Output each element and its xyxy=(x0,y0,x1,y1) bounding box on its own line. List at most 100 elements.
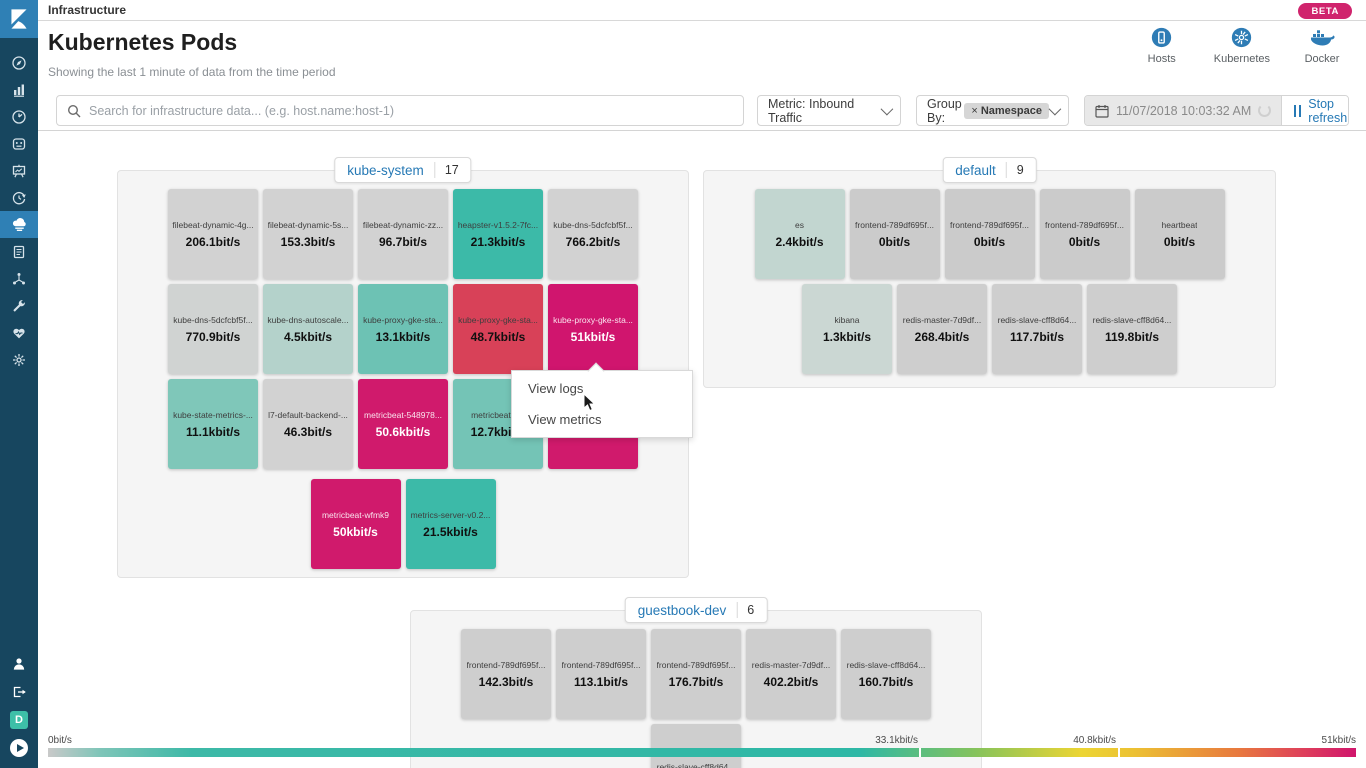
space-badge: D xyxy=(10,711,28,729)
pod-name: kibana xyxy=(834,315,859,325)
sidebar-item-monitoring[interactable] xyxy=(0,319,38,346)
pod-name: kube-dns-autoscale... xyxy=(267,315,348,325)
sidebar-item-canvas[interactable] xyxy=(0,157,38,184)
pod-tile[interactable]: redis-master-7d9df...402.2bit/s xyxy=(746,629,836,719)
pause-icon xyxy=(1294,105,1301,117)
pod-tile[interactable]: l7-default-backend-...46.3bit/s xyxy=(263,379,353,469)
group-count: 9 xyxy=(1017,163,1024,177)
sidebar-item-ml[interactable] xyxy=(0,265,38,292)
mouse-cursor xyxy=(583,393,596,412)
breadcrumb[interactable]: Infrastructure xyxy=(48,3,126,17)
pod-name: redis-slave-cff8d64... xyxy=(1093,315,1172,325)
pod-tile[interactable]: frontend-789df695f...0bit/s xyxy=(1040,189,1130,279)
group-label: default 9 xyxy=(942,157,1037,183)
kibana-logo[interactable] xyxy=(0,0,38,38)
sidebar-item-dashboard[interactable] xyxy=(0,103,38,130)
pod-tile[interactable]: heartbeat0bit/s xyxy=(1135,189,1225,279)
search-input[interactable] xyxy=(89,104,743,118)
pod-tile[interactable]: frontend-789df695f...0bit/s xyxy=(850,189,940,279)
pod-value: 50.6kbit/s xyxy=(376,425,431,439)
pod-tile[interactable]: kube-dns-5dcfcbf5f...770.9bit/s xyxy=(168,284,258,374)
sidebar-item-user[interactable] xyxy=(0,650,38,678)
search-box xyxy=(56,95,744,126)
stop-refreshing-button[interactable]: Stop refreshing xyxy=(1282,96,1349,125)
group-label-divider xyxy=(434,162,435,178)
sidebar-item-discover[interactable] xyxy=(0,49,38,76)
pod-tile[interactable]: frontend-789df695f...176.7bit/s xyxy=(651,629,741,719)
pod-name: metricbeat-548978... xyxy=(364,410,442,420)
pod-tile[interactable]: filebeat-dynamic-5s...153.3bit/s xyxy=(263,189,353,279)
legend-max-label: 51kbit/s xyxy=(1322,735,1356,746)
pod-tile[interactable]: frontend-789df695f...0bit/s xyxy=(945,189,1035,279)
pod-name: redis-slave-cff8d64... xyxy=(657,762,736,768)
group-by-dropdown[interactable]: Group By: × Namespace xyxy=(916,95,1069,126)
pod-tile[interactable]: filebeat-dynamic-zz...96.7bit/s xyxy=(358,189,448,279)
pod-tile[interactable]: metrics-server-v0.2...21.5kbit/s xyxy=(406,479,496,569)
pod-value: 21.3kbit/s xyxy=(471,235,526,249)
view-logs-menu-item[interactable]: View logs xyxy=(512,373,692,404)
group-name-link[interactable]: guestbook-dev xyxy=(638,603,727,618)
source-docker[interactable]: Docker xyxy=(1300,27,1344,65)
page-header: Kubernetes Pods Showing the last 1 minut… xyxy=(38,21,1366,90)
group-label-divider xyxy=(736,602,737,618)
pod-name: filebeat-dynamic-4g... xyxy=(172,220,253,230)
pod-tile[interactable]: kube-dns-autoscale...4.5kbit/s xyxy=(263,284,353,374)
calendar-icon xyxy=(1095,104,1109,118)
pod-tile[interactable]: es2.4kbit/s xyxy=(755,189,845,279)
sidebar-item-infrastructure[interactable] xyxy=(0,211,38,238)
sidebar-item-visualize[interactable] xyxy=(0,76,38,103)
pod-tile[interactable]: metricbeat-548978... 50.6kbit/s xyxy=(358,379,448,469)
pod-tile[interactable]: frontend-789df695f...142.3bit/s xyxy=(461,629,551,719)
kibana-logo-icon xyxy=(8,8,30,30)
chevron-down-icon xyxy=(881,103,894,116)
heartbeat-icon xyxy=(11,325,27,341)
pod-tile[interactable]: redis-slave-cff8d64...119.8bit/s xyxy=(1087,284,1177,374)
view-metrics-menu-item[interactable]: View metrics xyxy=(512,404,692,435)
pod-tile[interactable]: kibana1.3kbit/s xyxy=(802,284,892,374)
pod-tile[interactable]: kube-proxy-gke-sta...51kbit/s xyxy=(548,284,638,374)
sidebar-item-space[interactable]: D xyxy=(0,706,38,734)
metric-dropdown[interactable]: Metric: Inbound Traffic xyxy=(757,95,901,126)
pill-remove-icon[interactable]: × xyxy=(971,105,977,117)
source-kubernetes[interactable]: Kubernetes xyxy=(1214,27,1270,65)
user-icon xyxy=(11,656,27,672)
pod-tile[interactable]: redis-slave-cff8d64... xyxy=(651,724,741,768)
time-controls: 11/07/2018 10:03:32 AM Stop refreshing xyxy=(1084,95,1349,126)
pod-tile[interactable]: kube-proxy-gke-sta...48.7kbit/s xyxy=(453,284,543,374)
pod-context-menu: View logs View metrics xyxy=(511,370,693,438)
legend-tick xyxy=(919,748,921,757)
date-picker[interactable]: 11/07/2018 10:03:32 AM xyxy=(1085,96,1282,125)
sidebar-item-collapse[interactable] xyxy=(0,734,38,762)
pod-tile[interactable]: redis-slave-cff8d64...117.7bit/s xyxy=(992,284,1082,374)
pod-tile[interactable]: metricbeat-wfmk950kbit/s xyxy=(311,479,401,569)
pod-value: 48.7kbit/s xyxy=(471,330,526,344)
pod-value: 11.1kbit/s xyxy=(186,425,240,439)
pod-tile[interactable]: kube-dns-5dcfcbf5f...766.2bit/s xyxy=(548,189,638,279)
sidebar-item-apm[interactable] xyxy=(0,184,38,211)
pod-tile[interactable]: heapster-v1.5.2-7fc...21.3kbit/s xyxy=(453,189,543,279)
sidebar-item-devtools[interactable] xyxy=(0,292,38,319)
sidebar-item-management[interactable] xyxy=(0,346,38,373)
sidebar-item-timelion[interactable] xyxy=(0,130,38,157)
pod-tile[interactable]: kube-proxy-gke-sta...13.1kbit/s xyxy=(358,284,448,374)
pod-name: frontend-789df695f... xyxy=(1045,220,1124,230)
sidebar-item-logs[interactable] xyxy=(0,238,38,265)
app-sidebar: D xyxy=(0,0,38,768)
pod-name: metricbeat-wfmk9 xyxy=(322,510,389,520)
pod-name: redis-master-7d9df... xyxy=(903,315,981,325)
pod-tile[interactable]: kube-state-metrics-...11.1kbit/s xyxy=(168,379,258,469)
kubernetes-icon xyxy=(1231,27,1252,48)
pod-tile[interactable]: filebeat-dynamic-4g...206.1bit/s xyxy=(168,189,258,279)
pod-grid: es2.4kbit/sfrontend-789df695f...0bit/sfr… xyxy=(704,171,1275,374)
pod-name: heartbeat xyxy=(1162,220,1198,230)
pod-value: 766.2bit/s xyxy=(566,235,621,249)
pod-tile[interactable]: redis-master-7d9df...268.4bit/s xyxy=(897,284,987,374)
group-name-link[interactable]: kube-system xyxy=(347,163,424,178)
sidebar-nav xyxy=(0,49,38,373)
group-name-link[interactable]: default xyxy=(955,163,996,178)
source-hosts[interactable]: Hosts xyxy=(1140,27,1184,65)
sidebar-item-logout[interactable] xyxy=(0,678,38,706)
pod-tile[interactable]: frontend-789df695f...113.1bit/s xyxy=(556,629,646,719)
group-by-pill[interactable]: × Namespace xyxy=(964,103,1049,119)
pod-tile[interactable]: redis-slave-cff8d64...160.7bit/s xyxy=(841,629,931,719)
